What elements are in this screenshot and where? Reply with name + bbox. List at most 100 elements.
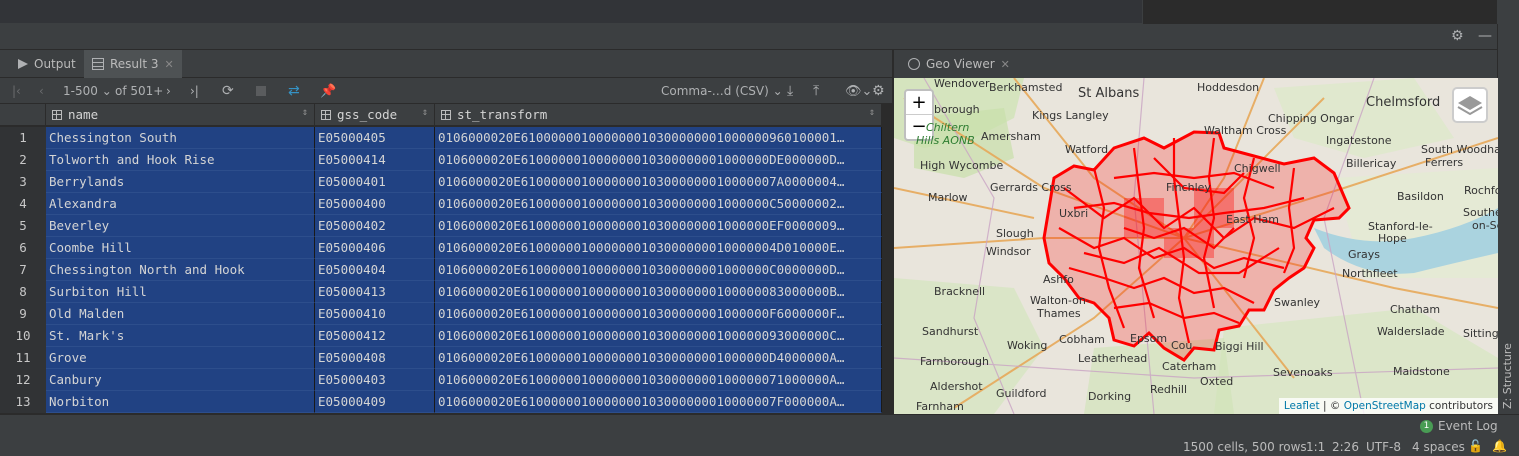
cell-st-transform[interactable]: 0106000020E61000000100000001030000000100… xyxy=(435,391,882,413)
table-row[interactable]: 9 Old Malden E05000410 0106000020E610000001… xyxy=(0,303,882,325)
row-number[interactable]: 9 xyxy=(0,303,46,325)
cell-name[interactable]: Coombe Hill xyxy=(46,237,315,259)
row-number[interactable]: 1 xyxy=(0,127,46,149)
table-row[interactable]: 8 Surbiton Hill E05000413 0106000020E610000… xyxy=(0,281,882,303)
settings-gear-icon[interactable]: ⚙ xyxy=(872,82,885,100)
table-row[interactable]: 7 Chessington North and Hook E05000404 0106… xyxy=(0,259,882,281)
cell-gss-code[interactable]: E05000405 xyxy=(315,127,435,149)
row-number[interactable]: 2 xyxy=(0,149,46,171)
row-number[interactable]: 10 xyxy=(0,325,46,347)
tab-geo-viewer[interactable]: Geo Viewer ✕ xyxy=(900,50,1018,78)
cell-st-transform[interactable]: 0106000020E61000000100000001030000000100… xyxy=(435,325,882,347)
geo-map[interactable]: + − Wendover Berkhamsted St Albans Hodde… xyxy=(894,78,1498,414)
close-tab-icon[interactable]: ✕ xyxy=(1001,58,1010,71)
table-row[interactable]: 6 Coombe Hill E05000406 0106000020E61000000… xyxy=(0,237,882,259)
close-tab-icon[interactable]: ✕ xyxy=(165,58,174,71)
view-options-icon[interactable]: 👁⌄ xyxy=(845,82,872,100)
cell-gss-code[interactable]: E05000400 xyxy=(315,193,435,215)
next-page-icon[interactable]: › xyxy=(166,82,171,100)
cell-st-transform[interactable]: 0106000020E61000000100000001030000000100… xyxy=(435,237,882,259)
cell-st-transform[interactable]: 0106000020E61000000100000001030000000100… xyxy=(435,259,882,281)
cell-name[interactable]: St. Mark's xyxy=(46,325,315,347)
cell-gss-code[interactable]: E05000409 xyxy=(315,391,435,413)
cell-gss-code[interactable]: E05000406 xyxy=(315,237,435,259)
cell-st-transform[interactable]: 0106000020E61000000100000001030000000100… xyxy=(435,369,882,391)
cell-name[interactable]: Canbury xyxy=(46,369,315,391)
cell-gss-code[interactable]: E05000408 xyxy=(315,347,435,369)
cell-gss-code[interactable]: E05000414 xyxy=(315,149,435,171)
cell-name[interactable]: Berrylands xyxy=(46,171,315,193)
table-row[interactable]: 1 Chessington South E05000405 0106000020E61… xyxy=(0,127,882,149)
cell-name[interactable]: Surbiton Hill xyxy=(46,281,315,303)
table-row[interactable]: 11 Grove E05000408 0106000020E6100000010000… xyxy=(0,347,882,369)
vertical-scrollbar[interactable] xyxy=(882,104,892,414)
compare-icon[interactable]: ⇄ xyxy=(288,82,300,100)
sort-icon[interactable]: ⇕ xyxy=(869,107,875,118)
table-row[interactable]: 2 Tolworth and Hook Rise E05000414 01060000… xyxy=(0,149,882,171)
page-size-selector[interactable]: 1-500 ⌄ xyxy=(63,82,112,100)
cell-name[interactable]: Alexandra xyxy=(46,193,315,215)
row-number[interactable]: 3 xyxy=(0,171,46,193)
export-format-dropdown[interactable]: Comma-…d (CSV) ⌄ xyxy=(661,82,783,100)
indent-setting[interactable]: 4 spaces xyxy=(1412,440,1465,454)
row-number[interactable]: 6 xyxy=(0,237,46,259)
cell-gss-code[interactable]: E05000410 xyxy=(315,303,435,325)
first-page-icon[interactable]: |‹ xyxy=(12,82,21,100)
table-row[interactable]: 10 St. Mark's E05000412 0106000020E61000000… xyxy=(0,325,882,347)
cell-name[interactable]: Norbiton xyxy=(46,391,315,413)
cell-st-transform[interactable]: 0106000020E61000000100000001030000000100… xyxy=(435,303,882,325)
cell-gss-code[interactable]: E05000403 xyxy=(315,369,435,391)
row-number[interactable]: 13 xyxy=(0,391,46,413)
cell-name[interactable]: Chessington South xyxy=(46,127,315,149)
table-row[interactable]: 12 Canbury E05000403 0106000020E61000000100… xyxy=(0,369,882,391)
row-number[interactable]: 4 xyxy=(0,193,46,215)
cell-gss-code[interactable]: E05000404 xyxy=(315,259,435,281)
column-header-st-transform[interactable]: st_transform ⇕ xyxy=(435,104,882,126)
cell-name[interactable]: Tolworth and Hook Rise xyxy=(46,149,315,171)
previous-page-icon[interactable]: ‹ xyxy=(39,82,44,100)
tab-result-3[interactable]: Result 3 ✕ xyxy=(84,50,182,78)
structure-tool-tab[interactable]: Z: Structure xyxy=(1500,325,1518,415)
reload-icon[interactable]: ⟳ xyxy=(222,82,234,100)
cell-gss-code[interactable]: E05000413 xyxy=(315,281,435,303)
cell-st-transform[interactable]: 0106000020E61000000100000001030000000100… xyxy=(435,215,882,237)
table-row[interactable]: 3 Berrylands E05000401 0106000020E610000001… xyxy=(0,171,882,193)
pin-tab-icon[interactable]: 📌 xyxy=(320,82,336,100)
unlock-icon[interactable]: 🔓 xyxy=(1468,439,1483,453)
row-number[interactable]: 11 xyxy=(0,347,46,369)
column-header-name[interactable]: name ⇕ xyxy=(46,104,315,126)
row-number[interactable]: 5 xyxy=(0,215,46,237)
table-row[interactable]: 5 Beverley E05000402 0106000020E61000000100… xyxy=(0,215,882,237)
event-log-button[interactable]: 1 Event Log xyxy=(1420,419,1498,433)
sort-icon[interactable]: ⇕ xyxy=(422,107,428,118)
table-row[interactable]: 13 Norbiton E05000409 0106000020E6100000010… xyxy=(0,391,882,413)
cell-gss-code[interactable]: E05000402 xyxy=(315,215,435,237)
stop-icon[interactable] xyxy=(256,82,266,100)
cell-name[interactable]: Chessington North and Hook xyxy=(46,259,315,281)
cell-st-transform[interactable]: 0106000020E61000000100000001030000000100… xyxy=(435,193,882,215)
row-number[interactable]: 12 xyxy=(0,369,46,391)
hide-panel-icon[interactable]: — xyxy=(1478,28,1492,44)
upload-icon[interactable]: ⤒ xyxy=(813,82,819,100)
cell-name[interactable]: Old Malden xyxy=(46,303,315,325)
zoom-in-button[interactable]: + xyxy=(906,91,932,115)
file-encoding[interactable]: UTF-8 xyxy=(1366,440,1401,454)
cell-name[interactable]: Beverley xyxy=(46,215,315,237)
download-icon[interactable]: ⤓ xyxy=(787,82,793,100)
osm-link[interactable]: OpenStreetMap xyxy=(1344,400,1426,412)
row-number[interactable]: 8 xyxy=(0,281,46,303)
cell-st-transform[interactable]: 0106000020E61000000100000001030000000100… xyxy=(435,347,882,369)
column-header-gss-code[interactable]: gss_code ⇕ xyxy=(315,104,435,126)
cursor-position[interactable]: 1:1 xyxy=(1306,440,1325,454)
notifications-icon[interactable]: 🔔 xyxy=(1492,439,1507,453)
cell-gss-code[interactable]: E05000401 xyxy=(315,171,435,193)
sort-icon[interactable]: ⇕ xyxy=(302,107,308,118)
cell-gss-code[interactable]: E05000412 xyxy=(315,325,435,347)
layers-icon[interactable] xyxy=(1452,87,1488,123)
column-position[interactable]: 2:26 xyxy=(1332,440,1359,454)
tab-output[interactable]: Output xyxy=(10,50,84,78)
cell-st-transform[interactable]: 0106000020E61000000100000001030000000100… xyxy=(435,127,882,149)
cell-st-transform[interactable]: 0106000020E61000000100000001030000000100… xyxy=(435,171,882,193)
row-number[interactable]: 7 xyxy=(0,259,46,281)
table-row[interactable]: 4 Alexandra E05000400 0106000020E6100000010… xyxy=(0,193,882,215)
